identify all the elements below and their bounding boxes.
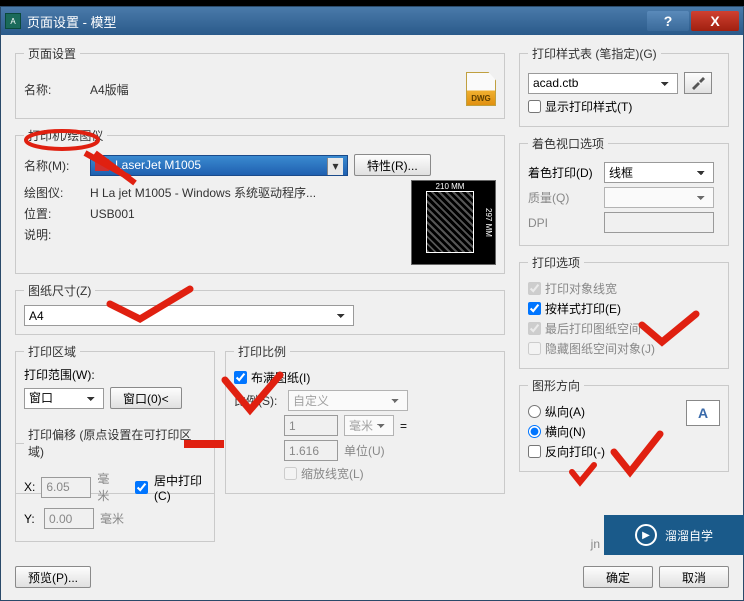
opt4-checkbox	[528, 342, 541, 355]
location-value: USB001	[90, 207, 135, 221]
dialog-footer: 预览(P)... 确定 取消	[1, 560, 743, 600]
close-button[interactable]: X	[691, 11, 739, 31]
range-label: 打印范围(W):	[24, 366, 206, 383]
scale-lw-checkbox	[284, 467, 297, 480]
plot-scale-group: 打印比例 布满图纸(I) 比例(S):自定义 毫米= 单位(U) 缩放线宽(L)	[225, 343, 505, 494]
printer-legend: 打印机/绘图仪	[24, 127, 107, 144]
show-style-checkbox[interactable]	[528, 100, 541, 113]
page-setup-legend: 页面设置	[24, 45, 80, 62]
plot-style-legend: 打印样式表 (笔指定)(G)	[528, 45, 661, 62]
dpi-input	[604, 212, 714, 233]
printer-select[interactable]: LaserJet M1005	[90, 155, 348, 176]
ratio-label: 比例(S):	[234, 392, 282, 409]
range-select[interactable]: 窗口	[24, 388, 104, 409]
location-label: 位置:	[24, 205, 84, 222]
titlebar[interactable]: A 页面设置 - 模型 ? X	[1, 7, 743, 35]
page-setup-group: 页面设置 名称: A4版幅 DWG	[15, 45, 505, 119]
play-icon: ▶	[635, 524, 657, 546]
orientation-group: 图形方向 纵向(A) 横向(N) 反向打印(-) A	[519, 377, 729, 472]
viewport-group: 着色视口选项 着色打印(D)线框 质量(Q) DPI	[519, 135, 729, 246]
scale-den	[284, 440, 338, 461]
paper-preview: 210 MM 297 MM	[411, 180, 496, 265]
name-value: A4版幅	[90, 81, 129, 98]
plot-options-legend: 打印选项	[528, 254, 584, 271]
scale-unit: 毫米	[344, 415, 394, 436]
brush-icon	[690, 76, 706, 90]
preview-button[interactable]: 预览(P)...	[15, 566, 91, 588]
cancel-button[interactable]: 取消	[659, 566, 729, 588]
edit-style-button[interactable]	[684, 72, 712, 94]
plotter-value: H La jet M1005 - Windows 系统驱动程序...	[90, 184, 316, 201]
printer-name-label: 名称(M):	[24, 157, 84, 174]
printer-icon	[95, 159, 109, 171]
plot-style-group: 打印样式表 (笔指定)(G) acad.ctb 显示打印样式(T)	[519, 45, 729, 127]
offset-x	[41, 477, 91, 498]
properties-button[interactable]: 特性(R)...	[354, 154, 431, 176]
offset-y	[44, 508, 94, 529]
scale-num	[284, 415, 338, 436]
reverse-checkbox[interactable]	[528, 445, 541, 458]
name-label: 名称:	[24, 81, 84, 98]
opt1-checkbox	[528, 282, 541, 295]
opt2-checkbox[interactable]	[528, 302, 541, 315]
plot-area-legend: 打印区域	[24, 343, 80, 360]
ratio-select: 自定义	[288, 390, 408, 411]
help-button[interactable]: ?	[647, 11, 689, 31]
dwg-icon: DWG	[466, 72, 496, 106]
plot-options-group: 打印选项 打印对象线宽 按样式打印(E) 最后打印图纸空间 隐藏图纸空间对象(J…	[519, 254, 729, 369]
style-select[interactable]: acad.ctb	[528, 73, 678, 94]
paper-size-select[interactable]: A4	[24, 305, 354, 326]
opt3-checkbox	[528, 322, 541, 335]
portrait-radio[interactable]	[528, 405, 541, 418]
printer-group: 打印机/绘图仪 名称(M): LaserJet M1005 特性(R)... 绘…	[15, 127, 505, 274]
dialog-content: 页面设置 名称: A4版幅 DWG 打印机/绘图仪 名称(M): LaserJe…	[1, 35, 743, 560]
app-icon: A	[5, 13, 21, 29]
desc-label: 说明:	[24, 226, 84, 243]
landscape-radio[interactable]	[528, 425, 541, 438]
dialog-window: A 页面设置 - 模型 ? X 页面设置 名称: A4版幅 DWG 打印机/绘图…	[0, 6, 744, 601]
viewport-legend: 着色视口选项	[528, 135, 608, 152]
center-checkbox[interactable]	[135, 481, 148, 494]
ok-button[interactable]: 确定	[583, 566, 653, 588]
orientation-legend: 图形方向	[528, 377, 584, 394]
plot-scale-legend: 打印比例	[234, 343, 290, 360]
paper-size-legend: 图纸尺寸(Z)	[24, 282, 95, 299]
window-button[interactable]: 窗口(0)<	[110, 387, 182, 409]
shade-select[interactable]: 线框	[604, 162, 714, 183]
quality-select	[604, 187, 714, 208]
orientation-icon: A	[686, 400, 720, 426]
fit-checkbox[interactable]	[234, 371, 247, 384]
jn-text: jn	[591, 537, 600, 551]
window-title: 页面设置 - 模型	[27, 12, 647, 31]
watermark[interactable]: ▶ 溜溜自学	[604, 515, 744, 555]
plotter-label: 绘图仪:	[24, 184, 84, 201]
paper-size-group: 图纸尺寸(Z) A4	[15, 282, 505, 335]
